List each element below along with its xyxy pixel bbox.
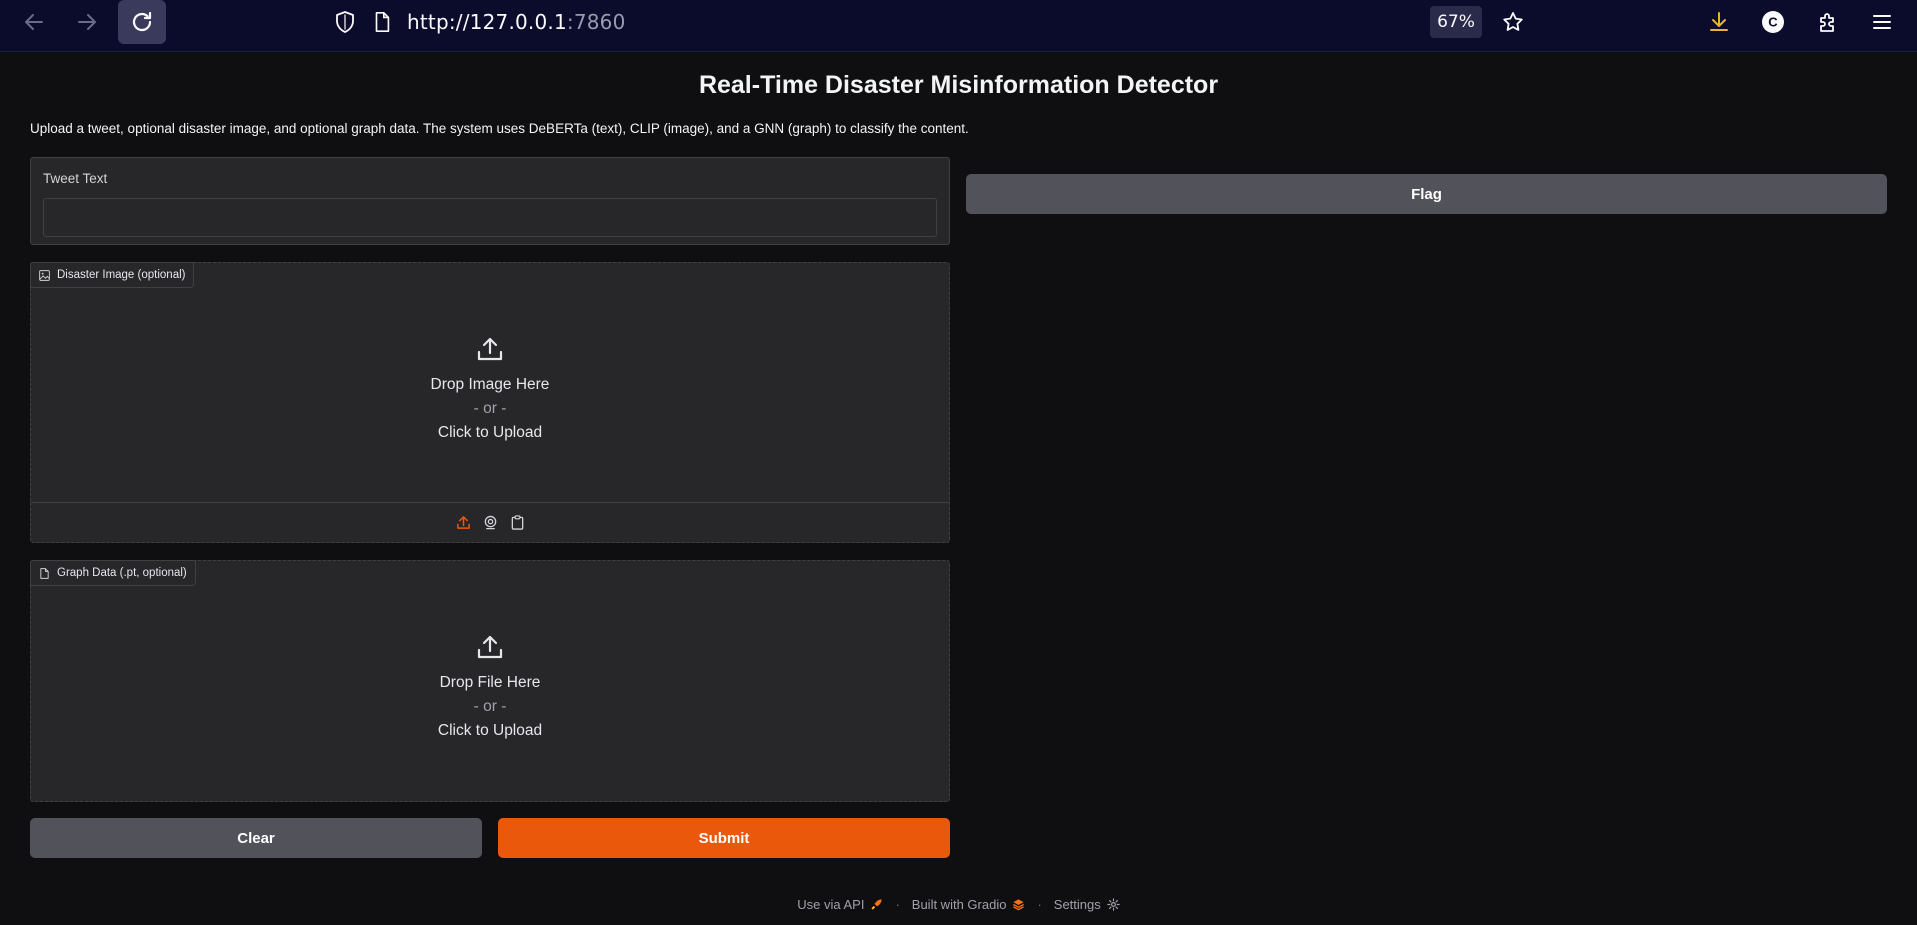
account-initial: C [1768,15,1778,30]
clipboard-icon [511,515,523,530]
built-with-gradio-text: Built with Gradio [911,897,1007,912]
shield-icon[interactable] [333,10,357,34]
use-via-api-link[interactable]: Use via API [797,897,883,912]
webcam-source-button[interactable] [482,514,499,531]
page-description: Upload a tweet, optional disaster image,… [30,121,969,136]
upload-source-button[interactable] [455,514,472,531]
hamburger-menu-icon [1873,15,1891,29]
image-upload-label: Disaster Image (optional) [30,262,195,288]
use-via-api-text: Use via API [797,897,865,912]
downloads-button[interactable] [1695,0,1743,44]
image-upload-label-text: Disaster Image (optional) [57,269,186,281]
page-title: Real-Time Disaster Misinformation Detect… [698,71,1219,99]
file-or-text: - or - [473,698,507,715]
image-drop-text: Drop Image Here [430,376,550,393]
extensions-button[interactable] [1804,0,1852,44]
image-source-selector [31,502,949,542]
file-click-to-upload-text: Click to Upload [437,722,543,739]
disaster-image-upload[interactable]: Disaster Image (optional) Drop Image Her… [30,262,950,543]
file-drop-text: Drop File Here [439,674,541,691]
tweet-text-block: Tweet Text [30,157,950,245]
arrow-right-icon [78,14,96,30]
gear-icon [1107,898,1120,911]
url-host: http://127.0.0.1 [407,10,567,34]
file-drop-zone[interactable]: Drop File Here - or - Click to Upload [31,633,949,743]
rocket-icon [871,899,883,910]
submit-button[interactable]: Submit [498,818,950,858]
upload-icon [477,635,503,659]
reload-button[interactable] [118,0,166,44]
gradio-app: Real-Time Disaster Misinformation Detect… [0,53,1917,925]
bookmark-button[interactable] [1489,0,1537,44]
browser-toolbar: http://127.0.0.1:7860 67% C [0,0,1917,52]
graph-data-upload[interactable]: Graph Data (.pt, optional) Drop File Her… [30,560,950,802]
file-upload-label-text: Graph Data (.pt, optional) [57,567,187,579]
arrow-left-icon [25,14,43,30]
webcam-icon [484,515,496,530]
tweet-text-label: Tweet Text [43,171,108,186]
upload-icon [477,337,503,361]
gradio-logo-icon [1013,899,1025,911]
image-click-to-upload-text: Click to Upload [437,424,543,441]
settings-link[interactable]: Settings [1054,897,1120,912]
file-icon [40,567,49,579]
url-text[interactable]: http://127.0.0.1:7860 [407,10,626,34]
clipboard-source-button[interactable] [509,514,526,531]
page-icon [375,12,390,32]
back-button[interactable] [10,0,58,44]
file-upload-label: Graph Data (.pt, optional) [30,560,196,586]
account-button[interactable]: C [1749,0,1797,44]
reload-icon [132,11,152,32]
image-icon [39,269,50,281]
clear-button[interactable]: Clear [30,818,482,858]
upload-icon [456,516,470,529]
image-or-text: - or - [473,400,507,417]
image-drop-zone[interactable]: Drop Image Here - or - Click to Upload [31,335,949,445]
flag-button[interactable]: Flag [966,174,1887,214]
download-icon [1710,12,1728,31]
menu-button[interactable] [1858,0,1906,44]
settings-text: Settings [1053,897,1101,912]
url-port: :7860 [566,10,626,34]
footer-separator: · [895,897,900,912]
tweet-text-input[interactable] [43,198,937,237]
account-avatar-icon: C [1762,11,1784,33]
puzzle-icon [1820,13,1834,32]
footer-separator: · [1037,897,1042,912]
zoom-level-badge[interactable]: 67% [1430,6,1482,38]
forward-button[interactable] [63,0,111,44]
footer: Use via API · Built with Gradio · Settin… [0,897,1917,912]
star-icon [1503,12,1523,31]
address-bar[interactable]: http://127.0.0.1:7860 [333,4,1433,40]
built-with-gradio-link[interactable]: Built with Gradio [912,897,1026,912]
